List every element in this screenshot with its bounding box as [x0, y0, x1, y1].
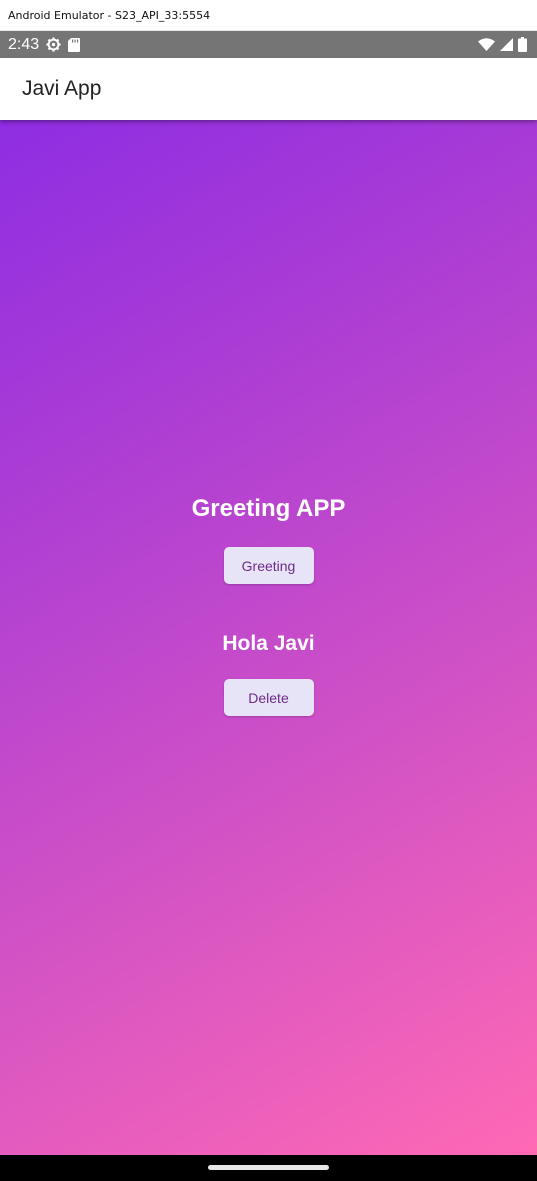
window-title-text: Android Emulator - S23_API_33:5554	[8, 8, 211, 22]
greeting-panel: Greeting APP Greeting Hola Javi Delete	[0, 494, 537, 716]
gradient-background: Greeting APP Greeting Hola Javi Delete	[0, 120, 537, 1155]
greeting-message: Hola Javi	[222, 632, 315, 655]
battery-icon	[518, 37, 527, 52]
page-heading: Greeting APP	[191, 495, 346, 522]
home-gesture-handle[interactable]	[208, 1165, 329, 1170]
app-title: Javi App	[22, 77, 102, 100]
sd-card-icon	[68, 37, 81, 52]
emulator-window-title: Android Emulator - S23_API_33:5554	[0, 0, 537, 31]
settings-icon	[46, 37, 61, 52]
status-time: 2:43	[8, 35, 40, 53]
navigation-bar	[0, 1155, 537, 1181]
status-bar: 2:43	[0, 31, 537, 58]
wifi-icon	[478, 38, 495, 51]
delete-button[interactable]: Delete	[223, 679, 314, 716]
app-bar: Javi App	[0, 58, 537, 120]
greeting-button[interactable]: Greeting	[223, 547, 314, 584]
signal-icon	[500, 38, 513, 51]
